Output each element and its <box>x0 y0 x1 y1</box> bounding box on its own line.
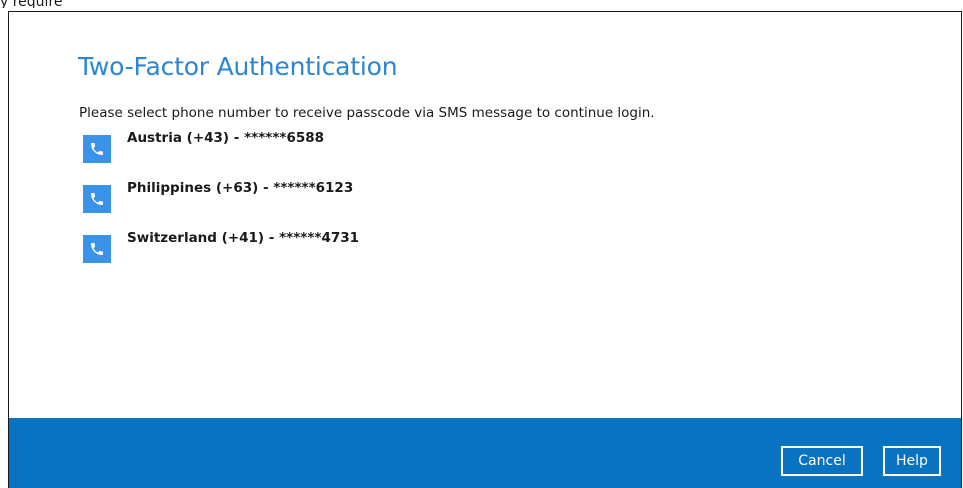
page: y require Two-Factor Authentication Plea… <box>0 0 963 488</box>
phone-option-label[interactable]: Austria (+43) - ******6588 <box>127 130 324 146</box>
dialog-title: Two-Factor Authentication <box>78 52 398 81</box>
phone-icon[interactable] <box>83 135 111 163</box>
two-factor-dialog: Two-Factor Authentication Please select … <box>8 11 962 488</box>
cancel-button[interactable]: Cancel <box>781 446 863 476</box>
help-button[interactable]: Help <box>883 446 941 476</box>
phone-icon[interactable] <box>83 235 111 263</box>
dialog-footer: Cancel Help <box>9 418 961 488</box>
instruction-text: Please select phone number to receive pa… <box>79 105 655 121</box>
phone-icon[interactable] <box>83 185 111 213</box>
background-text: y require <box>0 0 63 8</box>
phone-option-label[interactable]: Switzerland (+41) - ******4731 <box>127 230 359 246</box>
phone-option-label[interactable]: Philippines (+63) - ******6123 <box>127 180 353 196</box>
